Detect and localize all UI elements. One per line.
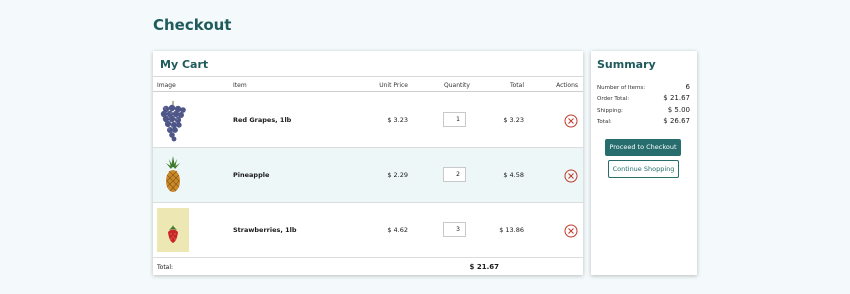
table-header: Image Item Unit Price Quantity Total Act… xyxy=(153,77,583,92)
column-header-unit-price: Unit Price xyxy=(379,82,408,89)
cart-title: My Cart xyxy=(160,58,209,71)
row-total: $ 13.86 xyxy=(499,226,524,234)
page-title: Checkout xyxy=(153,16,232,34)
pineapple-image xyxy=(157,153,189,197)
column-header-quantity: Quantity xyxy=(444,82,470,89)
unit-price: $ 4.62 xyxy=(387,226,408,234)
summary-panel: Summary Number of Items: 6 Order Total: … xyxy=(591,51,697,275)
proceed-to-checkout-button[interactable]: Proceed to Checkout xyxy=(605,139,681,156)
summary-value: $ 5.00 xyxy=(667,106,690,114)
footer-total-label: Total: xyxy=(157,264,174,271)
summary-label: Total: xyxy=(597,119,612,125)
cart-panel: My Cart Image Item Unit Price Quantity T… xyxy=(153,51,583,275)
remove-item-button[interactable] xyxy=(564,223,578,238)
close-circle-icon xyxy=(564,169,578,183)
summary-value: $ 21.67 xyxy=(663,94,690,102)
unit-price: $ 3.23 xyxy=(387,116,408,124)
summary-row-grand-total: Total: $ 26.67 xyxy=(597,117,690,127)
summary-value: $ 26.67 xyxy=(663,117,690,125)
summary-title: Summary xyxy=(597,58,656,71)
summary-value: 6 xyxy=(685,83,690,91)
close-circle-icon xyxy=(564,224,578,238)
quantity-input[interactable]: 1 xyxy=(443,112,466,127)
table-row: Pineapple $ 2.29 2 $ 4.58 xyxy=(153,148,583,203)
footer-total-value: $ 21.67 xyxy=(469,263,499,271)
column-header-total: Total xyxy=(509,82,524,89)
grapes-image xyxy=(157,98,189,142)
item-name: Strawberries, 1lb xyxy=(233,226,297,234)
close-circle-icon xyxy=(564,114,578,128)
table-footer: Total: $ 21.67 xyxy=(153,259,583,275)
table-row: Strawberries, 1lb $ 4.62 3 $ 13.86 xyxy=(153,203,583,258)
row-total: $ 3.23 xyxy=(503,116,524,124)
unit-price: $ 2.29 xyxy=(387,171,408,179)
table-row: Red Grapes, 1lb $ 3.23 1 $ 3.23 xyxy=(153,93,583,148)
quantity-input[interactable]: 3 xyxy=(443,222,466,237)
continue-shopping-button[interactable]: Continue Shopping xyxy=(608,160,679,178)
summary-row-shipping: Shipping: $ 5.00 xyxy=(597,106,690,116)
column-header-image: Image xyxy=(157,82,176,89)
column-header-item: Item xyxy=(233,82,247,89)
strawberry-image xyxy=(157,208,189,252)
summary-row-order-total: Order Total: $ 21.67 xyxy=(597,94,690,104)
item-name: Red Grapes, 1lb xyxy=(233,116,292,124)
remove-item-button[interactable] xyxy=(564,113,578,128)
remove-item-button[interactable] xyxy=(564,168,578,183)
summary-label: Order Total: xyxy=(597,96,630,102)
row-total: $ 4.58 xyxy=(503,171,524,179)
quantity-input[interactable]: 2 xyxy=(443,167,466,182)
column-header-actions: Actions xyxy=(556,82,578,89)
item-name: Pineapple xyxy=(233,171,270,179)
summary-label: Number of Items: xyxy=(597,85,646,91)
summary-label: Shipping: xyxy=(597,108,623,114)
summary-row-item-count: Number of Items: 6 xyxy=(597,83,690,93)
